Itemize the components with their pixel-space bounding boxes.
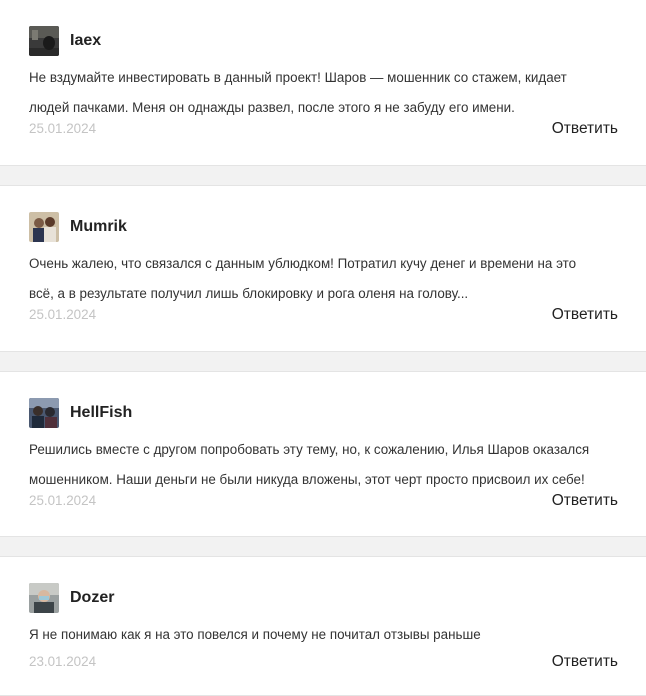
avatar[interactable]: [29, 26, 59, 56]
reply-button[interactable]: Ответить: [552, 653, 618, 671]
comment-text: Решились вместе с другом попробовать эту…: [29, 442, 590, 487]
avatar[interactable]: [29, 212, 59, 242]
comment-card: Iaex Не вздумайте инвестировать в данный…: [0, 0, 646, 166]
comment-date: 25.01.2024: [29, 121, 97, 136]
comment-card: Dozer Я не понимаю как я на это повелся …: [0, 556, 646, 696]
user-avatar-icon: [29, 212, 59, 242]
comment-text: Очень жалею, что связался с данным ублюд…: [29, 256, 577, 301]
reply-button[interactable]: Ответить: [552, 492, 618, 510]
comment-text: Я не понимаю как я на это повелся и поче…: [29, 627, 481, 642]
comment-header: Mumrik: [29, 212, 127, 242]
comment-author[interactable]: Mumrik: [70, 218, 127, 236]
avatar[interactable]: [29, 398, 59, 428]
comment-date: 25.01.2024: [29, 307, 97, 322]
comment-text: Не вздумайте инвестировать в данный прое…: [29, 70, 567, 115]
comment-author[interactable]: HellFish: [70, 404, 132, 422]
reply-button[interactable]: Ответить: [552, 306, 618, 324]
user-avatar-icon: [29, 583, 59, 613]
comment-header: HellFish: [29, 398, 132, 428]
comment-card: Mumrik Очень жалею, что связался с данны…: [0, 185, 646, 352]
comment-header: Iaex: [29, 26, 101, 56]
comment-date: 23.01.2024: [29, 654, 97, 669]
user-avatar-icon: [29, 398, 59, 428]
comment-author[interactable]: Dozer: [70, 589, 114, 607]
avatar[interactable]: [29, 583, 59, 613]
comment-date: 25.01.2024: [29, 493, 97, 508]
reply-button[interactable]: Ответить: [552, 120, 618, 138]
comment-author[interactable]: Iaex: [70, 32, 101, 50]
comment-header: Dozer: [29, 583, 114, 613]
user-avatar-icon: [29, 26, 59, 56]
comment-card: HellFish Решились вместе с другом попроб…: [0, 371, 646, 537]
comment-list: Iaex Не вздумайте инвестировать в данный…: [0, 0, 646, 696]
